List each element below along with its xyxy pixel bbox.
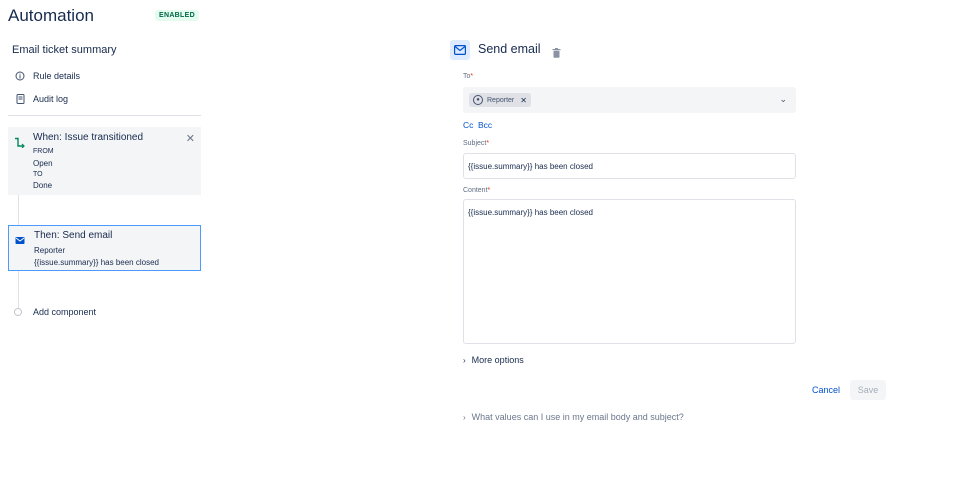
add-component-label: Add component <box>33 307 97 317</box>
rule-details-link[interactable]: Rule details <box>14 69 80 83</box>
trash-icon[interactable] <box>552 45 561 58</box>
document-icon <box>14 93 26 105</box>
action-title: Then: Send email <box>34 230 113 241</box>
action-recipient: Reporter <box>34 246 66 255</box>
subject-input[interactable]: {{issue.summary}} has been closed <box>463 153 796 179</box>
transition-icon <box>14 135 25 149</box>
to-label: TO <box>33 171 43 178</box>
from-label: FROM <box>33 148 54 155</box>
recipient-chip: ● Reporter ✕ <box>469 93 531 107</box>
audit-log-label: Audit log <box>33 94 69 104</box>
chip-label: Reporter <box>487 96 515 104</box>
more-options-toggle[interactable]: › More options <box>463 355 524 365</box>
add-component-dot-icon <box>14 308 22 316</box>
more-options-label: More options <box>471 355 524 365</box>
to-value: Done <box>33 181 53 190</box>
cc-link[interactable]: Cc <box>463 120 473 130</box>
add-component-button[interactable]: Add component <box>14 307 96 317</box>
mail-icon <box>450 40 470 60</box>
trigger-title: When: Issue transitioned <box>33 132 144 143</box>
bcc-link[interactable]: Bcc <box>478 120 492 130</box>
content-label: Content* <box>463 187 491 194</box>
rule-name: Email ticket summary <box>12 44 117 56</box>
panel-title: Send email <box>478 42 541 56</box>
rule-details-label: Rule details <box>33 71 81 81</box>
remove-chip-icon[interactable]: ✕ <box>520 96 527 105</box>
action-card[interactable]: Then: Send email Reporter {{issue.summar… <box>8 225 201 271</box>
content-textarea[interactable]: {{issue.summary}} has been closed <box>463 199 796 344</box>
to-label: To* <box>463 73 474 80</box>
user-avatar-icon: ● <box>473 95 483 105</box>
to-select[interactable]: ● Reporter ✕ ⌄ <box>463 87 796 113</box>
help-label: What values can I use in my email body a… <box>471 412 684 422</box>
trigger-card[interactable]: When: Issue transitioned ✕ FROM Open TO … <box>8 127 201 195</box>
chevron-right-icon: › <box>463 355 466 365</box>
audit-log-link[interactable]: Audit log <box>14 92 68 106</box>
save-button[interactable]: Save <box>850 380 886 400</box>
sidebar-divider <box>8 115 201 116</box>
cancel-button[interactable]: Cancel <box>806 380 846 400</box>
help-toggle[interactable]: › What values can I use in my email body… <box>463 412 684 422</box>
action-subject: {{issue.summary}} has been closed <box>34 258 159 267</box>
status-badge: ENABLED <box>155 10 199 21</box>
from-value: Open <box>33 159 53 168</box>
flow-connector <box>18 195 19 225</box>
chevron-down-icon[interactable]: ⌄ <box>779 94 787 105</box>
chevron-right-icon: › <box>463 412 466 422</box>
close-icon[interactable]: ✕ <box>186 132 195 145</box>
mail-icon <box>15 232 26 244</box>
info-icon <box>14 70 26 82</box>
subject-label: Subject* <box>463 140 490 147</box>
page-title: Automation <box>8 6 94 25</box>
